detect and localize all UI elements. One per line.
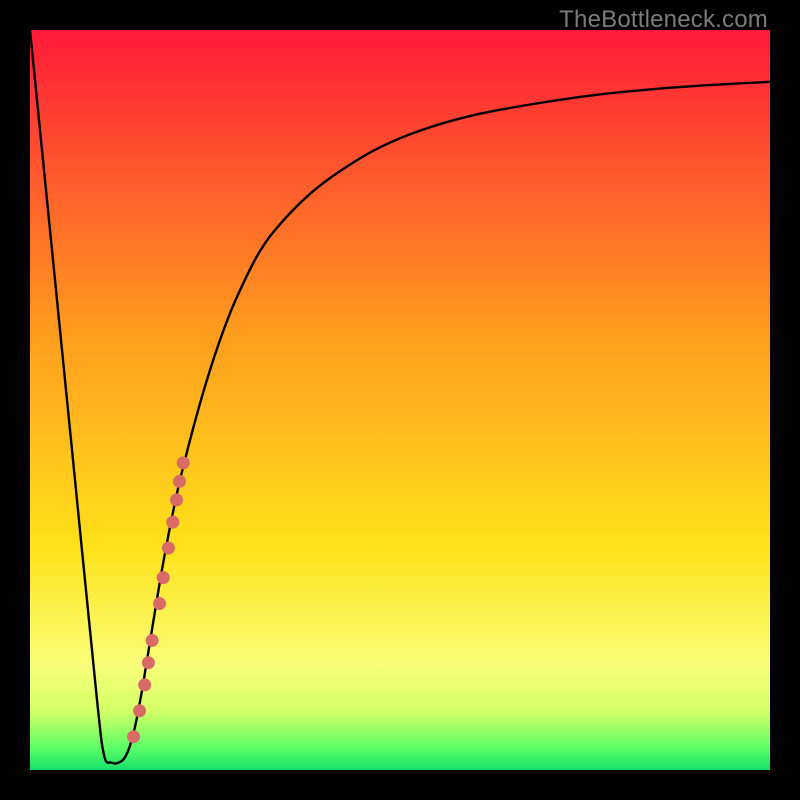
data-dot xyxy=(146,634,159,647)
data-dot xyxy=(162,542,175,555)
gradient-background xyxy=(30,30,770,770)
data-dot xyxy=(127,730,140,743)
chart-frame: TheBottleneck.com xyxy=(0,0,800,800)
data-dot xyxy=(166,516,179,529)
data-dot xyxy=(153,597,166,610)
data-dot xyxy=(133,704,146,717)
data-dot xyxy=(177,456,190,469)
data-dot xyxy=(170,493,183,506)
data-dot xyxy=(138,678,151,691)
plot-area xyxy=(30,30,770,770)
chart-svg xyxy=(30,30,770,770)
data-dot xyxy=(157,571,170,584)
data-dot xyxy=(173,475,186,488)
data-dot xyxy=(142,656,155,669)
